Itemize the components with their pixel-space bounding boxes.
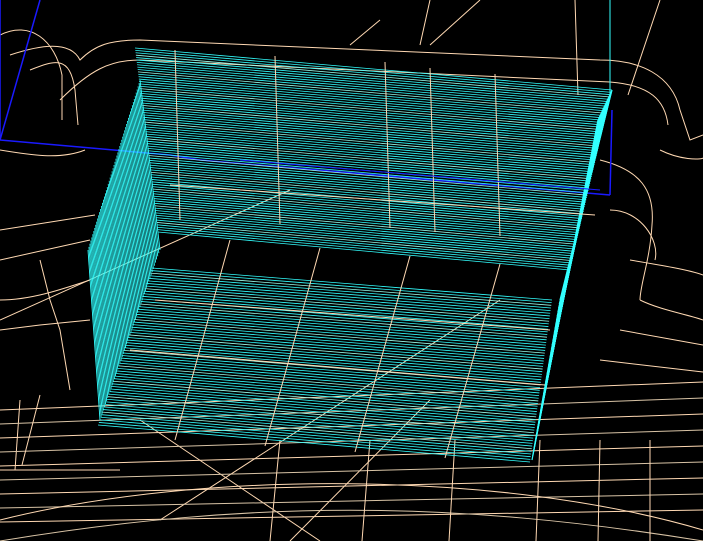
toolpath-pass <box>150 272 552 306</box>
toolpath-pass <box>156 219 573 259</box>
toolpath-pass <box>142 295 549 330</box>
wire-edge <box>599 159 653 301</box>
toolpath-pass <box>102 411 532 450</box>
toolpath-pass <box>118 365 539 402</box>
wire-edge <box>0 239 91 261</box>
wire-edge <box>0 214 96 231</box>
toolpath-pass <box>99 419 531 458</box>
toolpath-pass <box>156 217 574 257</box>
toolpath-pass <box>154 205 577 245</box>
toolpath-floor <box>97 267 553 463</box>
toolpath-pass <box>150 174 584 215</box>
toolpath-pass <box>143 293 549 327</box>
toolpath-pass <box>150 169 585 210</box>
wire-edge <box>0 319 91 331</box>
wire-edge <box>535 439 541 541</box>
toolpath-pass <box>138 306 547 341</box>
wire-edge <box>419 0 431 46</box>
toolpath-pass <box>114 375 537 412</box>
wire-edge <box>639 299 703 321</box>
toolpath-pass <box>111 385 536 423</box>
toolpath-pass <box>149 275 551 309</box>
toolpath-pass <box>157 226 572 266</box>
toolpath-pass <box>151 183 581 224</box>
wire-edge <box>269 439 281 541</box>
wire-edge <box>0 509 703 541</box>
toolpath-pass <box>116 370 538 407</box>
toolpath-pass <box>153 198 578 238</box>
wire-edge <box>29 62 79 126</box>
toolpath-pass <box>157 229 571 269</box>
toolpath-back-wall <box>134 47 613 271</box>
wire-edge <box>619 329 703 346</box>
toolpath-pass <box>152 186 581 226</box>
stock-outline <box>609 109 613 196</box>
wire-edge <box>0 509 703 523</box>
toolpath-scene[interactable] <box>0 0 703 541</box>
wire-edge <box>429 0 481 46</box>
toolpath-pass <box>117 367 538 404</box>
grid-line <box>154 299 551 331</box>
toolpath-pass <box>135 52 611 96</box>
wire-edge <box>139 419 321 541</box>
toolpath-pass <box>98 422 531 460</box>
toolpath-pass <box>148 277 551 312</box>
toolpath-pass <box>108 393 535 431</box>
toolpath-pass <box>531 119 599 461</box>
toolpath-pass <box>152 188 580 229</box>
cam-3d-viewport[interactable] <box>0 0 703 541</box>
wire-edge <box>349 19 381 46</box>
grid-line <box>274 55 281 225</box>
toolpath-pass <box>152 190 580 231</box>
toolpath-pass <box>155 210 575 250</box>
toolpath-pass <box>154 207 576 248</box>
wire-edge <box>21 394 41 466</box>
wire-edge <box>627 0 661 96</box>
toolpath-pass <box>113 378 537 415</box>
toolpath-pass <box>155 212 575 252</box>
toolpath-pass <box>140 301 548 335</box>
toolpath-pass <box>151 267 553 301</box>
toolpath-pass <box>155 214 574 255</box>
wire-edge <box>629 259 703 276</box>
wire-edge <box>0 279 91 301</box>
toolpath-pass <box>153 193 579 233</box>
wire-edge <box>0 149 86 157</box>
wire-edge <box>0 483 703 531</box>
toolpath-pass <box>156 222 573 262</box>
toolpath-pass <box>103 409 533 447</box>
toolpath-pass <box>147 280 551 314</box>
toolpath-pass <box>119 362 539 399</box>
toolpath-right-wall <box>531 89 613 461</box>
wire-edge <box>0 461 703 481</box>
toolpath-pass <box>151 270 552 304</box>
toolpath-pass <box>157 224 572 264</box>
toolpath-pass <box>154 200 578 241</box>
toolpath-pass <box>153 195 579 236</box>
wire-edge <box>14 399 21 471</box>
toolpath-pass <box>105 404 533 442</box>
toolpath-pass <box>150 171 584 212</box>
wire-edge <box>659 149 703 160</box>
wire-edge <box>0 477 703 495</box>
grid-line <box>494 73 501 237</box>
toolpath-pass <box>101 414 532 452</box>
toolpath-pass <box>100 416 532 455</box>
toolpath-pass <box>134 47 613 91</box>
wire-edge <box>599 359 703 373</box>
toolpath-pass <box>135 49 612 93</box>
